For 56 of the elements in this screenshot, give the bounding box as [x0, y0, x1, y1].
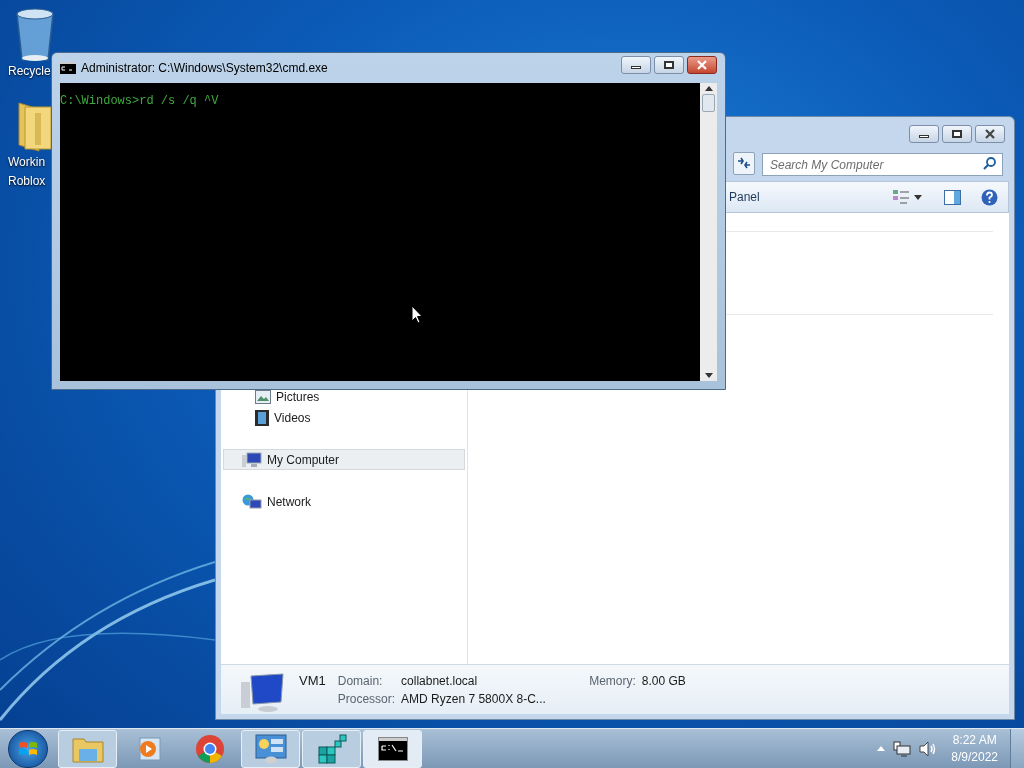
- maximize-button[interactable]: [942, 125, 972, 143]
- film-icon: [255, 409, 269, 426]
- window-title: Administrator: C:\Windows\System32\cmd.exe: [81, 60, 328, 77]
- command-bar-label[interactable]: Panel: [729, 188, 760, 206]
- show-desktop-button[interactable]: [1010, 728, 1024, 768]
- network-icon[interactable]: [893, 740, 912, 757]
- maximize-button[interactable]: [654, 56, 684, 74]
- computer-icon: [242, 451, 262, 468]
- vertical-scrollbar[interactable]: [700, 83, 717, 381]
- chrome-icon: [194, 733, 225, 764]
- field-label: Memory:: [589, 673, 636, 690]
- field-value: 8.00 GB: [641, 673, 686, 690]
- speaker-icon[interactable]: [919, 740, 938, 757]
- field-value: AMD Ryzen 7 5800X 8-C...: [401, 691, 547, 708]
- computer-name: VM1: [299, 672, 326, 690]
- search-icon: [983, 156, 996, 170]
- close-icon: [696, 60, 708, 70]
- cubes-icon: [315, 732, 348, 765]
- computer-icon: [241, 672, 287, 712]
- pictures-icon: [255, 389, 271, 404]
- close-button[interactable]: [687, 56, 717, 74]
- navigation-item[interactable]: Pictures: [223, 386, 465, 407]
- start-button[interactable]: [8, 729, 48, 768]
- network-icon: [242, 493, 262, 510]
- minimize-button[interactable]: [909, 125, 939, 143]
- desktop-icon-label[interactable]: Recycle: [8, 62, 51, 81]
- control-panel-icon: [254, 733, 287, 764]
- refresh-icon: [737, 157, 751, 169]
- field-value: collabnet.local: [401, 673, 478, 690]
- clock-date: 8/9/2022: [951, 748, 998, 766]
- console-line: C:\Windows>rd /s /q ^V: [60, 93, 220, 109]
- minimize-button[interactable]: [621, 56, 651, 74]
- scroll-up-arrow-icon[interactable]: [704, 86, 713, 91]
- preview-pane-icon[interactable]: [944, 189, 961, 205]
- close-icon: [984, 129, 996, 139]
- desktop-icon-label[interactable]: Roblox: [8, 172, 46, 191]
- navigation-item[interactable]: My Computer: [223, 449, 465, 470]
- search-field[interactable]: Search My Computer: [762, 153, 1003, 176]
- navigation-item[interactable]: Videos: [223, 407, 465, 428]
- desktop-icon-label[interactable]: Workin: [8, 153, 46, 172]
- close-button[interactable]: [975, 125, 1005, 143]
- windows-logo-icon: [18, 739, 38, 758]
- recycle-bin-icon: [13, 6, 57, 62]
- navigation-item[interactable]: Network: [223, 491, 465, 512]
- field-label: Processor:: [337, 691, 396, 708]
- dropdown-caret-icon[interactable]: [914, 194, 922, 200]
- console-icon: [377, 736, 408, 761]
- refresh-button[interactable]: [733, 151, 755, 175]
- scrollbar-thumb[interactable]: [702, 94, 715, 112]
- scroll-down-arrow-icon[interactable]: [704, 373, 713, 378]
- console-icon: [60, 62, 76, 74]
- mouse-pointer-icon: [411, 305, 423, 324]
- clock-time: 8:22 AM: [952, 731, 997, 749]
- taskbar-button[interactable]: [363, 729, 422, 768]
- field-label: Domain:: [337, 673, 384, 690]
- help-icon[interactable]: [981, 188, 998, 206]
